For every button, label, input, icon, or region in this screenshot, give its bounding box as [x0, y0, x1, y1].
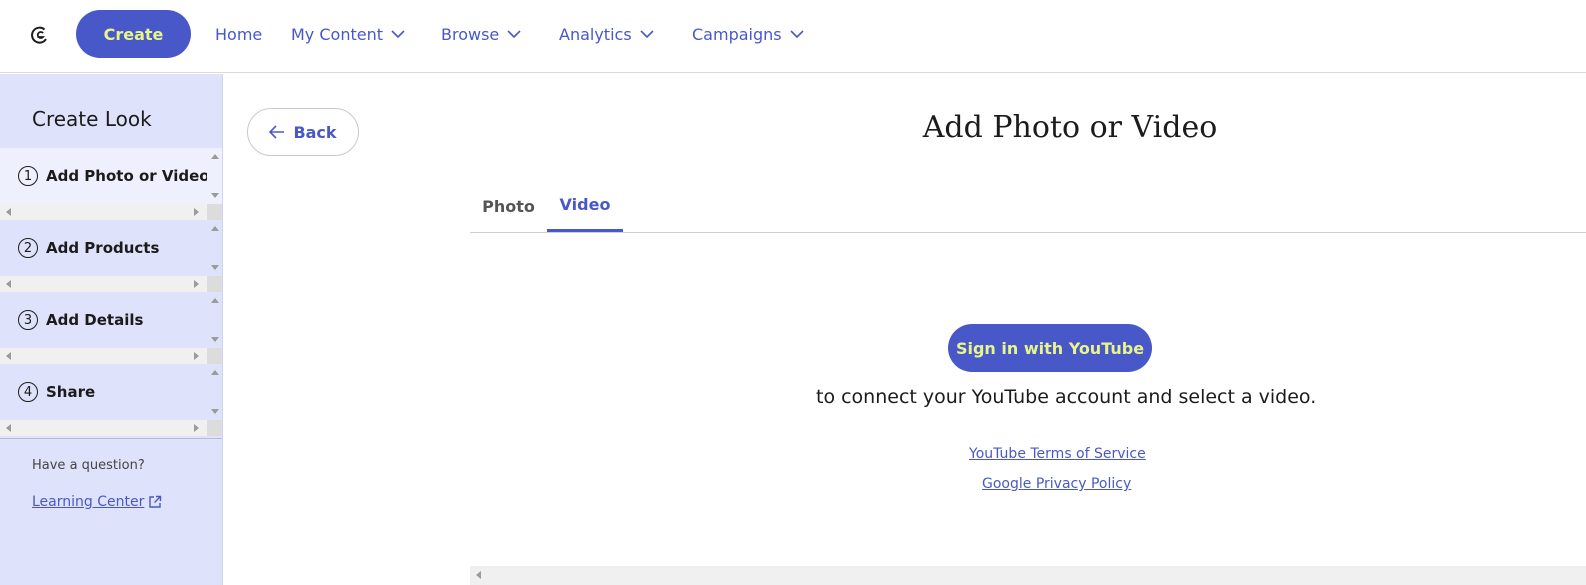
step-add-photo-or-video: 1 Add Photo or Video: [0, 148, 222, 220]
step-label: Add Photo or Video: [46, 167, 210, 185]
scroll-left-icon[interactable]: [6, 352, 11, 360]
vertical-scrollbar[interactable]: [207, 220, 222, 276]
step-number: 1: [18, 166, 38, 186]
scroll-up-icon[interactable]: [211, 226, 219, 231]
nav-analytics[interactable]: Analytics: [559, 22, 654, 46]
step-share: 4 Share: [0, 364, 222, 436]
vertical-scrollbar[interactable]: [207, 148, 222, 204]
chevron-down-icon: [790, 30, 804, 39]
vertical-scrollbar[interactable]: [207, 364, 222, 420]
step-2-item[interactable]: 2 Add Products: [0, 220, 207, 276]
back-button[interactable]: Back: [247, 108, 359, 156]
chevron-down-icon: [507, 30, 521, 39]
learning-center-label: Learning Center: [32, 494, 145, 510]
scroll-up-icon[interactable]: [211, 298, 219, 303]
step-label: Share: [46, 383, 96, 401]
horizontal-scrollbar[interactable]: [0, 348, 207, 364]
scroll-right-icon[interactable]: [194, 280, 199, 288]
scroll-right-icon[interactable]: [194, 424, 199, 432]
tab-photo[interactable]: Photo: [470, 180, 547, 232]
tab-video[interactable]: Video: [547, 180, 623, 232]
google-privacy-link[interactable]: Google Privacy Policy: [982, 476, 1131, 492]
nav-home-label: Home: [215, 24, 263, 44]
scrollbar-corner: [207, 348, 222, 364]
chevron-down-icon: [391, 30, 405, 39]
scroll-down-icon[interactable]: [211, 193, 219, 198]
horizontal-scrollbar[interactable]: [0, 420, 207, 436]
step-number: 3: [18, 310, 38, 330]
nav-campaigns-label: Campaigns: [692, 24, 782, 44]
step-number: 2: [18, 238, 38, 258]
sign-in-with-youtube-button[interactable]: Sign in with YouTube: [948, 324, 1152, 372]
scroll-up-icon[interactable]: [211, 154, 219, 159]
sidebar: Create Look 1 Add Photo or Video 2 Add P…: [0, 74, 223, 585]
chevron-down-icon: [640, 30, 654, 39]
horizontal-scrollbar[interactable]: [0, 276, 207, 292]
nav-home[interactable]: Home: [215, 22, 262, 46]
sidebar-title: Create Look: [32, 107, 152, 131]
create-button[interactable]: Create: [76, 10, 191, 58]
brand-logo-icon[interactable]: [29, 24, 51, 46]
learning-center-link[interactable]: Learning Center: [32, 494, 162, 510]
scroll-down-icon[interactable]: [211, 409, 219, 414]
nav-my-content[interactable]: My Content: [291, 22, 405, 46]
scroll-right-icon[interactable]: [194, 208, 199, 216]
nav-browse-label: Browse: [441, 24, 500, 44]
step-number: 4: [18, 382, 38, 402]
step-label: Add Products: [46, 239, 160, 257]
scroll-down-icon[interactable]: [211, 337, 219, 342]
horizontal-scrollbar[interactable]: [0, 204, 207, 220]
vertical-scrollbar[interactable]: [207, 292, 222, 348]
scroll-down-icon[interactable]: [211, 265, 219, 270]
nav-browse[interactable]: Browse: [441, 22, 521, 46]
step-add-details: 3 Add Details: [0, 292, 222, 364]
nav-analytics-label: Analytics: [559, 24, 632, 44]
scroll-left-icon[interactable]: [476, 571, 481, 579]
page-title: Add Photo or Video: [922, 110, 1218, 145]
connect-instructions: to connect your YouTube account and sele…: [816, 386, 1317, 408]
scroll-left-icon[interactable]: [6, 424, 11, 432]
scroll-left-icon[interactable]: [6, 280, 11, 288]
step-1-item[interactable]: 1 Add Photo or Video: [0, 148, 210, 204]
nav-campaigns[interactable]: Campaigns: [692, 22, 804, 46]
media-tabs: Photo Video: [470, 180, 1586, 233]
top-navigation: Create Home My Content Browse Analytics …: [0, 0, 1586, 73]
youtube-terms-link[interactable]: YouTube Terms of Service: [969, 446, 1146, 462]
nav-my-content-label: My Content: [291, 24, 383, 44]
step-4-item[interactable]: 4 Share: [0, 364, 207, 420]
scroll-right-icon[interactable]: [194, 352, 199, 360]
back-label: Back: [293, 122, 337, 142]
scroll-up-icon[interactable]: [211, 370, 219, 375]
step-label: Add Details: [46, 311, 144, 329]
help-question: Have a question?: [32, 458, 145, 473]
step-add-products: 2 Add Products: [0, 220, 222, 292]
sidebar-divider: [0, 438, 222, 439]
scrollbar-corner: [207, 420, 222, 436]
external-link-icon: [149, 495, 162, 508]
step-3-item[interactable]: 3 Add Details: [0, 292, 207, 348]
arrow-left-icon: [269, 125, 285, 139]
scroll-left-icon[interactable]: [6, 208, 11, 216]
scrollbar-corner: [207, 276, 222, 292]
horizontal-scrollbar[interactable]: [470, 566, 1586, 585]
scrollbar-corner: [207, 204, 222, 220]
